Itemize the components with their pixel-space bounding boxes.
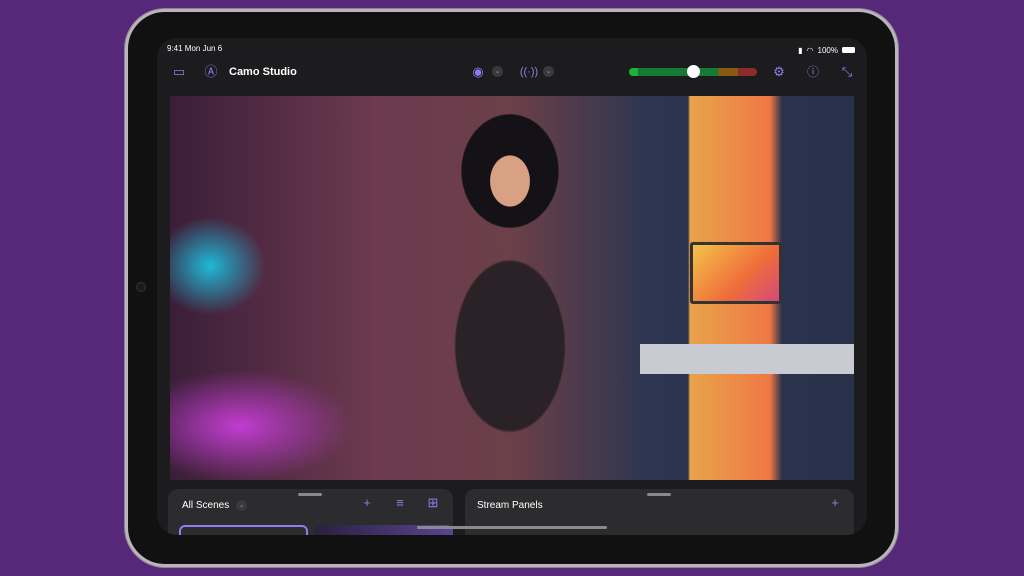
laptop-in-scene	[690, 242, 782, 304]
stream-options-chevron-icon[interactable]: ⌄	[543, 66, 554, 77]
front-camera	[136, 282, 146, 292]
record-button[interactable]: ◉	[468, 62, 488, 82]
camo-logo-icon[interactable]: Ⓐ	[201, 62, 221, 82]
stream-panels-title: Stream Panels	[477, 500, 543, 511]
grid-view-icon[interactable]: ⊞	[423, 493, 443, 513]
audio-level-slider-knob[interactable]	[687, 65, 700, 78]
scenes-filter-chevron-icon[interactable]: ⌄	[236, 500, 247, 511]
toolbar: ▭ Ⓐ Camo Studio ◉ ⌄ ((·)) ⌄ ⚙ ⓘ ⤡	[157, 62, 867, 82]
camera-preview[interactable]	[170, 96, 854, 480]
scene-thumbnail-selected[interactable]	[179, 525, 308, 535]
status-bar: 9:41 Mon Jun 6 ▮ ◠ 100%	[167, 44, 855, 56]
battery-icon	[842, 47, 855, 53]
expand-fullscreen-icon[interactable]: ⤡	[837, 62, 857, 82]
help-icon[interactable]: ⓘ	[803, 62, 823, 82]
signal-icon: ▮	[798, 45, 803, 55]
scenes-panel-title[interactable]: All Scenes	[182, 500, 229, 511]
battery-label: 100%	[817, 45, 838, 55]
sort-scenes-icon[interactable]: ≡	[390, 493, 410, 513]
sidebar-toggle-icon[interactable]: ▭	[169, 62, 189, 82]
add-scene-icon[interactable]: +	[357, 493, 377, 513]
desk-in-scene	[640, 344, 854, 374]
app-title: Camo Studio	[229, 66, 297, 78]
scenes-panel: All Scenes ⌄ + ≡ ⊞	[168, 489, 453, 535]
add-stream-panel-icon[interactable]: +	[825, 493, 845, 513]
stream-panel-grabber[interactable]	[647, 493, 671, 496]
record-options-chevron-icon[interactable]: ⌄	[492, 66, 503, 77]
settings-gear-icon[interactable]: ⚙	[769, 62, 789, 82]
app-screen: 9:41 Mon Jun 6 ▮ ◠ 100% ▭ Ⓐ Camo Studio ◉ …	[157, 38, 867, 535]
horizontal-scrollbar[interactable]	[417, 526, 607, 529]
status-time: 9:41 Mon Jun 6	[167, 44, 223, 53]
scenes-panel-grabber[interactable]	[298, 493, 322, 496]
stream-broadcast-icon[interactable]: ((·))	[519, 62, 539, 82]
wifi-icon: ◠	[806, 45, 814, 55]
